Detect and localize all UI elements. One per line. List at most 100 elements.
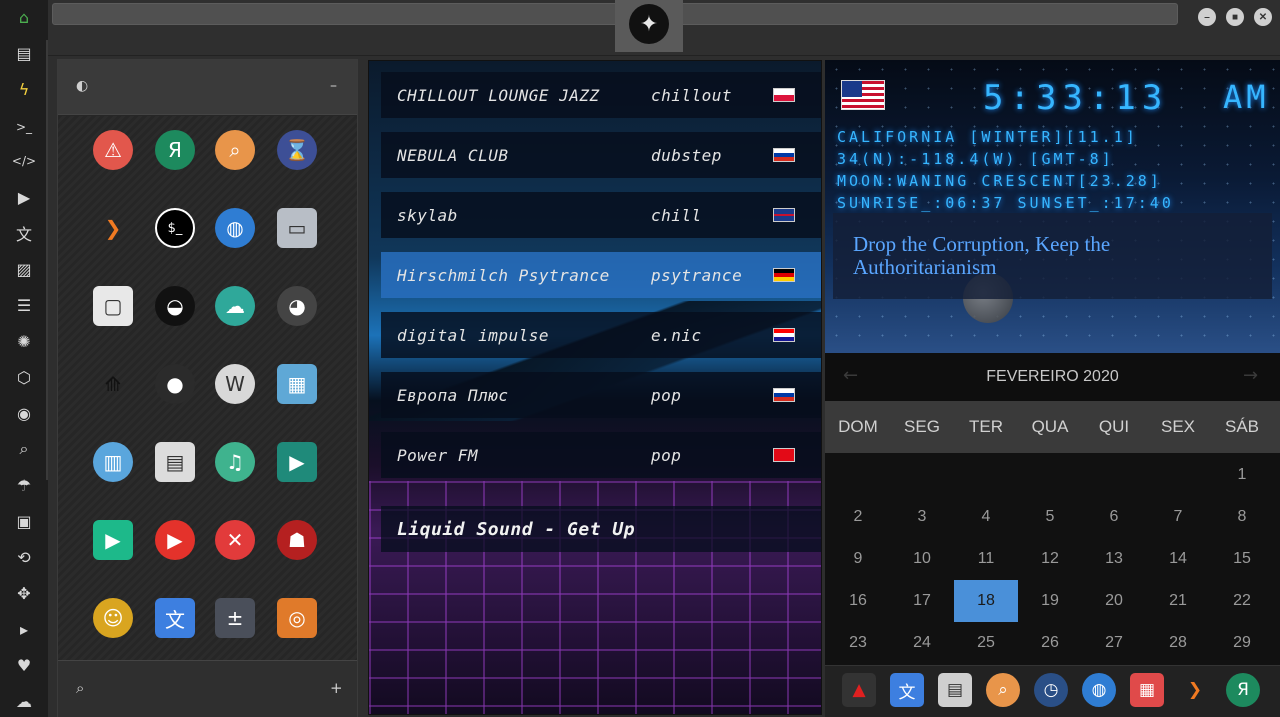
calendar-day[interactable]: 13 [1082,538,1146,580]
news-icon[interactable]: ☰ [12,293,36,317]
calendar-dock-icon[interactable]: ▦ [1130,673,1164,707]
calendar-day[interactable]: 14 [1146,538,1210,580]
close-button[interactable]: ✕ [1254,8,1272,26]
warning-app-icon[interactable]: ⚠ [93,130,133,170]
home-icon[interactable]: ⌂ [12,5,36,29]
calendar-day[interactable]: 1 [1210,454,1274,496]
c3po-app-icon[interactable]: ☺ [93,598,133,638]
document-icon[interactable]: ▤ [12,41,36,65]
calendar-day[interactable]: 21 [1146,580,1210,622]
umbrella-icon[interactable]: ☂ [12,473,36,497]
calendar-day[interactable]: 25 [954,622,1018,664]
music-app-icon[interactable]: ♫ [215,442,255,482]
calendar-day[interactable]: 27 [1082,622,1146,664]
calendar-day[interactable]: 2 [826,496,890,538]
globe-dock-icon[interactable]: ◍ [1082,673,1116,707]
station-row[interactable]: digital impulse e.nic [381,312,821,358]
calendar-day[interactable]: 23 [826,622,890,664]
red-a-dock-icon[interactable]: ▲ [842,673,876,707]
calendar-day[interactable]: 22 [1210,580,1274,622]
mouth-app-icon[interactable]: ◒ [155,286,195,326]
calendar-day[interactable]: 16 [826,580,890,622]
player-app-icon[interactable]: ▶ [93,520,133,560]
translate-app-icon[interactable]: 文 [155,598,195,638]
calendar-day[interactable]: 19 [1018,580,1082,622]
calculator-app-icon[interactable]: ± [215,598,255,638]
github-app-icon[interactable]: ◕ [277,286,317,326]
calendar-day[interactable]: 29 [1210,622,1274,664]
station-row[interactable]: Европа Плюс pop [381,372,821,418]
calendar-day[interactable]: 8 [1210,496,1274,538]
settings-wheel-icon[interactable]: ✺ [12,329,36,353]
calendar-day[interactable]: 15 [1210,538,1274,580]
calendar-day-today[interactable]: 18 [954,580,1018,622]
bolt-icon[interactable]: ϟ [12,77,36,101]
calendar-day[interactable]: 5 [1018,496,1082,538]
maximize-button[interactable]: ■ [1226,8,1244,26]
calendar-day[interactable]: 10 [890,538,954,580]
ironman-app-icon[interactable]: ☗ [277,520,317,560]
next-month-icon[interactable]: → [1243,365,1258,386]
calendar-day[interactable]: 11 [954,538,1018,580]
chevron-app-icon[interactable]: ❯ [93,208,133,248]
calendar-day[interactable]: 4 [954,496,1018,538]
cloud-icon[interactable]: ☁ [12,689,36,713]
chevron-dock-icon[interactable]: ❯ [1178,673,1212,707]
image-icon[interactable]: ▨ [12,257,36,281]
station-row[interactable]: CHILLOUT LOUNGE JAZZ chillout [381,72,821,118]
world-map-app-icon[interactable]: ▦ [277,364,317,404]
add-icon[interactable]: + [330,679,343,697]
globe-app-icon[interactable]: ◍ [215,208,255,248]
terminal-app-icon[interactable]: $_ [155,208,195,248]
station-row[interactable]: skylab chill [381,192,821,238]
translate-dock-icon[interactable]: 文 [890,673,924,707]
death-star-app-icon[interactable]: ● [155,364,195,404]
calendar-day[interactable]: 17 [890,580,954,622]
notes-app-icon[interactable]: ▤ [155,442,195,482]
calendar-day[interactable]: 9 [826,538,890,580]
heart-icon[interactable]: ♥ [12,653,36,677]
calendar-day[interactable]: 24 [890,622,954,664]
calendar-day[interactable]: 26 [1018,622,1082,664]
calendar-day[interactable]: 6 [1082,496,1146,538]
code-icon[interactable]: </> [12,149,36,173]
youtube-app-icon[interactable]: ▶ [155,520,195,560]
youtube-icon[interactable]: ▸ [12,617,36,641]
cloud-lock-app-icon[interactable]: ☁ [215,286,255,326]
station-row[interactable]: Hirschmilch Psytrance psytrance [381,252,821,298]
expand-icon[interactable]: ✥ [12,581,36,605]
station-row[interactable]: Power FM pop [381,432,821,478]
wikipedia-app-icon[interactable]: W [215,364,255,404]
terminal-icon[interactable]: >_ [12,115,36,139]
calendar-day[interactable]: 12 [1018,538,1082,580]
calendar-day[interactable]: 28 [1146,622,1210,664]
hourglass-app-icon[interactable]: ⌛ [277,130,317,170]
station-row[interactable]: NEBULA CLUB dubstep [381,132,821,178]
hexagon-icon[interactable]: ⬡ [12,365,36,389]
window-app-icon[interactable]: ▢ [93,286,133,326]
yandex-app-icon[interactable]: Я [155,130,195,170]
search-icon[interactable]: ⌕ [76,679,84,697]
calendar-day[interactable]: 7 [1146,496,1210,538]
news-dock-icon[interactable]: ▤ [938,673,972,707]
search-dock-icon[interactable]: ⌕ [986,673,1020,707]
play-icon[interactable]: ▶ [12,185,36,209]
collapse-icon[interactable]: – [330,78,337,94]
logo-tab[interactable]: ✦ [615,0,683,52]
yandex-dock-icon[interactable]: Я [1226,673,1260,707]
books-app-icon[interactable]: ▥ [93,442,133,482]
close-app-icon[interactable]: ✕ [215,520,255,560]
theme-toggle-icon[interactable]: ◐ [76,78,88,94]
clock-dock-icon[interactable]: ◷ [1034,673,1068,707]
search-app-icon[interactable]: ⌕ [215,130,255,170]
contact-icon[interactable]: ▣ [12,509,36,533]
translate-icon[interactable]: 文 [12,221,36,245]
camera-app-icon[interactable]: ◎ [277,598,317,638]
calendar-day[interactable]: 3 [890,496,954,538]
minimize-button[interactable]: – [1198,8,1216,26]
globe-icon[interactable]: ◉ [12,401,36,425]
starfleet-app-icon[interactable]: ⟰ [93,364,133,404]
calendar-day[interactable]: 20 [1082,580,1146,622]
search-icon[interactable]: ⌕ [12,437,36,461]
link-icon[interactable]: ⟲ [12,545,36,569]
